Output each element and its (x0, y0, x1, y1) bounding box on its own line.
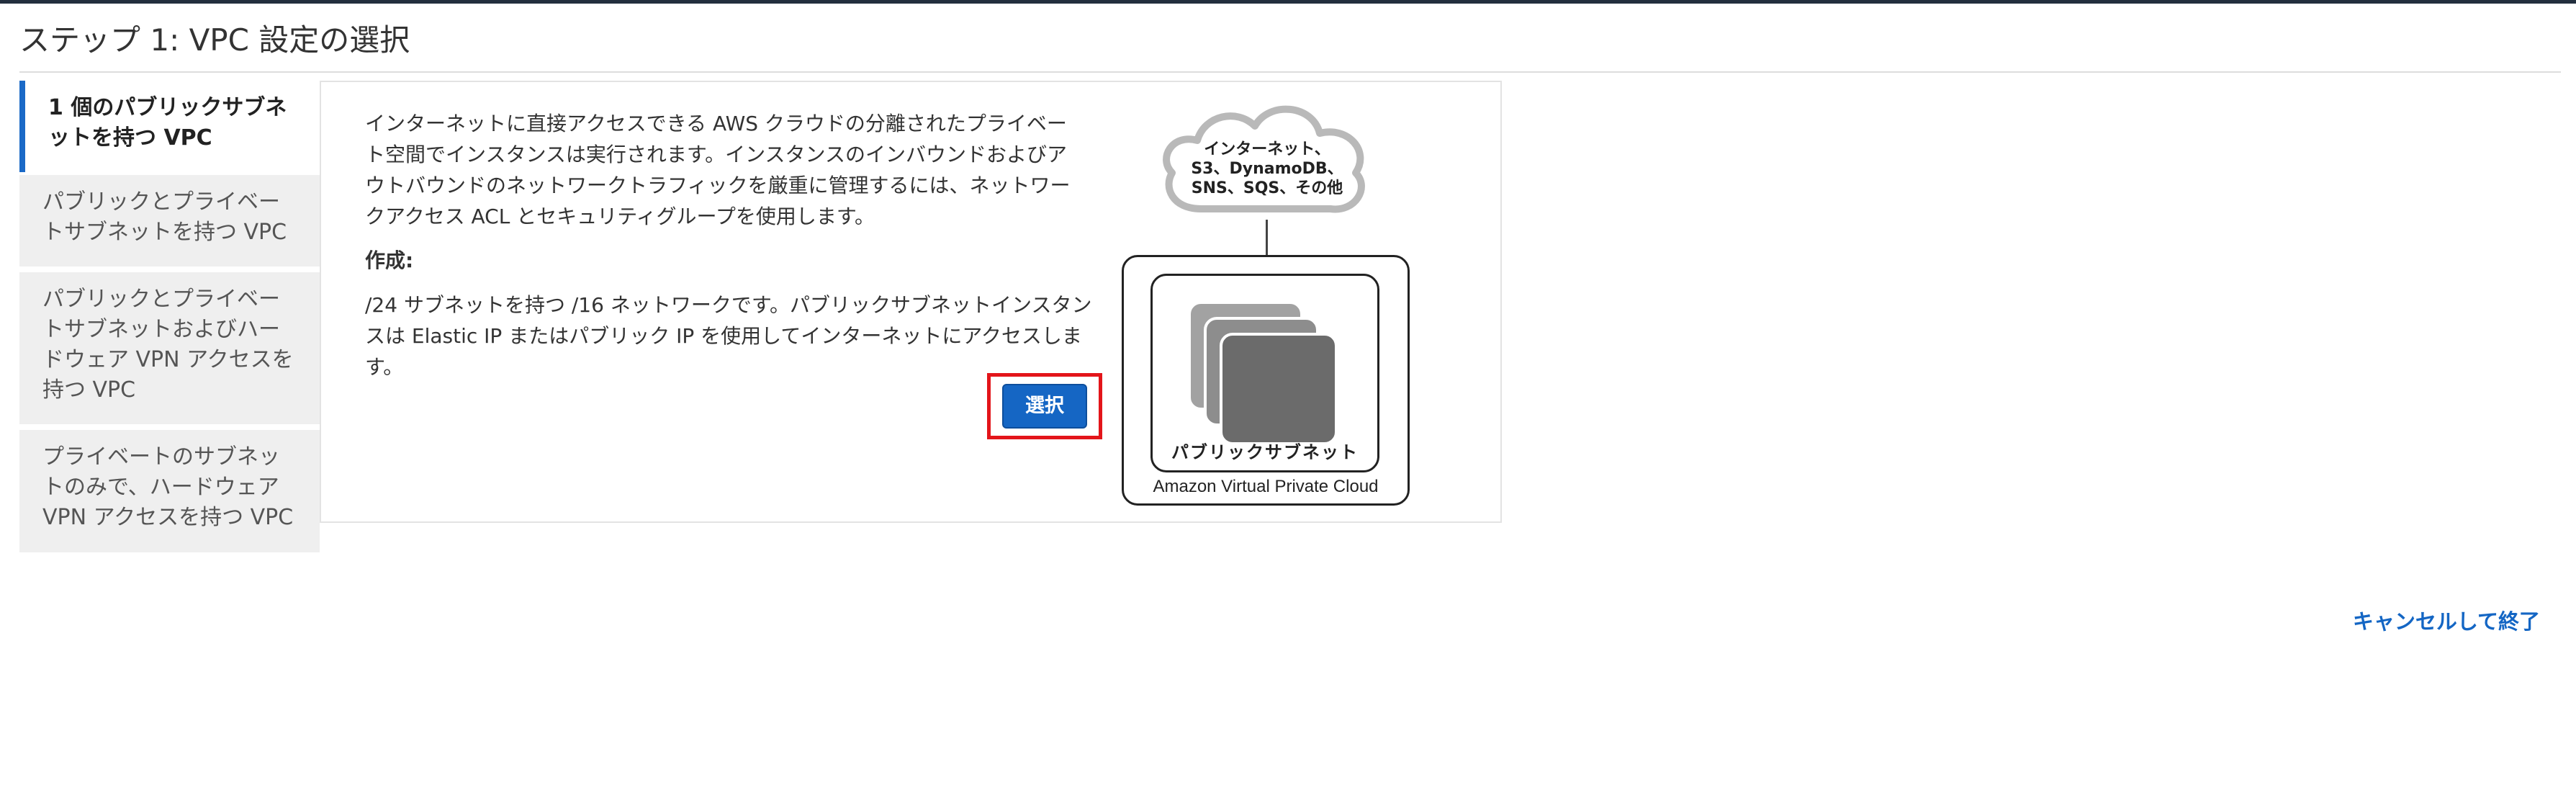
instance-icon (1220, 333, 1338, 445)
select-button[interactable]: 選択 (1002, 384, 1087, 429)
public-subnet-label: パブリックサブネット (1171, 442, 1359, 462)
cloud-label-line-1: インターネット、 (1204, 140, 1330, 158)
vpc-wizard-page: ステップ 1: VPC 設定の選択 1 個のパブリックサブネットを持つ VPC … (0, 0, 2576, 798)
top-bar (0, 0, 2576, 4)
page-title: ステップ 1: VPC 設定の選択 (19, 22, 410, 58)
title-divider (19, 71, 2561, 73)
cloud-label: インターネット、 S3、DynamoDB、 SNS、SQS、その他 (1150, 140, 1384, 198)
option-description: インターネットに直接アクセスできる AWS クラウドの分離されたプライベート空間… (365, 112, 1071, 228)
create-heading: 作成: (365, 248, 414, 272)
vpc-diagram: インターネット、 S3、DynamoDB、 SNS、SQS、その他 パブリックサ… (1122, 101, 1413, 508)
vpc-label: Amazon Virtual Private Cloud (1153, 477, 1379, 496)
cancel-and-exit-link[interactable]: キャンセルして終了 (2353, 605, 2540, 635)
create-description: /24 サブネットを持つ /16 ネットワークです。パブリックサブネットインスタ… (365, 293, 1092, 379)
tab-public-private-subnet[interactable]: パブリックとプライベートサブネットを持つ VPC (19, 175, 320, 266)
cloud-connector-line (1266, 220, 1268, 256)
cloud-label-line-2: S3、DynamoDB、 (1191, 160, 1343, 178)
tab-private-vpn-only[interactable]: プライベートのサブネットのみで、ハードウェア VPN アクセスを持つ VPC (19, 430, 320, 552)
tab-single-public-subnet[interactable]: 1 個のパブリックサブネットを持つ VPC (19, 81, 320, 172)
tab-public-private-vpn[interactable]: パブリックとプライベートサブネットおよびハードウェア VPN アクセスを持つ V… (19, 272, 320, 424)
cloud-label-line-3: SNS、SQS、その他 (1191, 179, 1343, 197)
